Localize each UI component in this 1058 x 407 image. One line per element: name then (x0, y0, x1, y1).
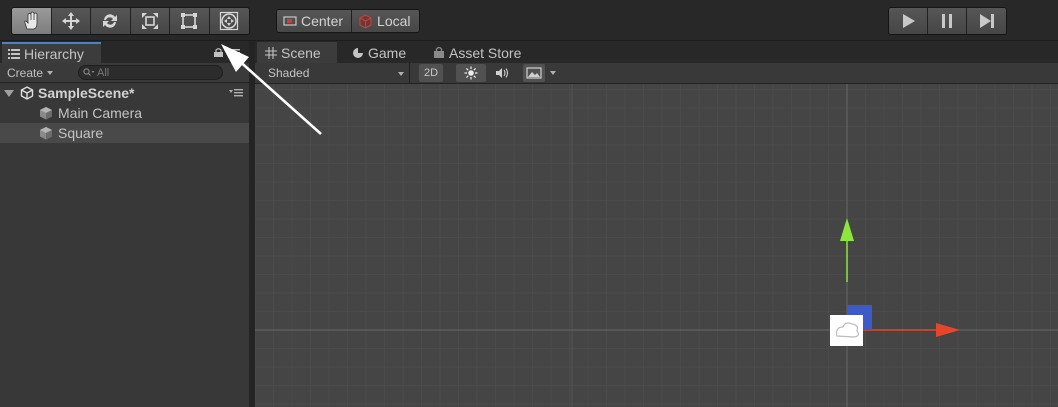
pause-button[interactable] (928, 8, 967, 34)
scene-name: SampleScene* (38, 85, 135, 101)
game-icon (353, 47, 363, 58)
rotate-icon (103, 14, 118, 28)
scene-toolbar: Shaded 2D (255, 63, 1058, 84)
mode-2d-toggle[interactable]: 2D (419, 64, 443, 82)
scene-options-icon[interactable] (229, 89, 243, 97)
rotate-tool-button[interactable] (91, 8, 131, 34)
grid-icon (265, 46, 277, 59)
hierarchy-search (78, 65, 223, 80)
pivot-local-label: Local (377, 13, 411, 29)
shading-mode-label: Shaded (268, 66, 310, 80)
gameobject-cube-icon (40, 127, 52, 140)
transform-gizmo (830, 218, 960, 346)
list-item[interactable]: Main Camera (0, 103, 249, 123)
search-icon[interactable] (83, 68, 95, 77)
tab-asset-store-label: Asset Store (449, 44, 522, 61)
chevron-down-icon (398, 72, 404, 76)
transform-tool-button[interactable] (209, 8, 249, 34)
tab-scene-label: Scene (281, 44, 321, 61)
main-toolbar: Center Local (0, 0, 1058, 41)
hand-tool-button[interactable] (12, 8, 52, 34)
gameobject-cube-icon (40, 107, 52, 120)
move-icon (61, 12, 80, 30)
create-dropdown[interactable]: Create (7, 66, 54, 80)
audio-toggle[interactable] (490, 64, 516, 82)
list-item-label: Main Camera (58, 105, 143, 121)
rect-transform-icon (181, 13, 198, 29)
pivot-local-button[interactable]: Local (352, 10, 419, 32)
play-controls (888, 7, 1007, 35)
lighting-toggle[interactable] (456, 64, 486, 82)
hierarchy-toolbar: Create (0, 63, 249, 83)
gizmo-x-arrowhead[interactable] (936, 323, 960, 337)
create-label: Create (7, 66, 44, 80)
transform-icon (220, 11, 239, 31)
hierarchy-search-input[interactable] (97, 66, 207, 79)
hierarchy-tabbar: Hierarchy (0, 41, 249, 63)
hierarchy-tree: SampleScene* Main Camera Square (0, 83, 249, 143)
hierarchy-panel: Hierarchy Create SampleScene* Main Camer… (0, 41, 249, 407)
list-item[interactable]: Square (0, 123, 249, 143)
play-button[interactable] (889, 8, 928, 34)
step-icon (979, 14, 994, 28)
shading-mode-dropdown[interactable]: Shaded (255, 63, 410, 83)
pause-icon (942, 14, 952, 28)
chevron-down-icon (550, 71, 556, 75)
sun-icon (464, 66, 478, 80)
hand-icon (24, 11, 38, 30)
chevron-down-icon (47, 71, 54, 75)
tab-scene[interactable]: Scene (257, 42, 337, 63)
tab-game-label: Game (368, 44, 407, 61)
gizmo-y-arrowhead[interactable] (840, 218, 854, 241)
unity-scene-icon (20, 86, 34, 100)
pivot-center-button[interactable]: Center (277, 10, 353, 32)
square-sprite[interactable] (830, 315, 863, 346)
effects-dropdown[interactable] (547, 64, 559, 82)
scale-icon (141, 13, 158, 29)
scale-tool-button[interactable] (130, 8, 170, 34)
fold-arrow-icon[interactable] (4, 88, 14, 98)
list-icon (8, 48, 20, 59)
move-tool-button[interactable] (51, 8, 91, 34)
step-button[interactable] (967, 8, 1006, 34)
rect-tool-button[interactable] (170, 8, 210, 34)
play-icon (903, 14, 915, 28)
pivot-icon (283, 16, 297, 26)
mode-2d-label: 2D (423, 67, 439, 79)
speaker-icon (496, 68, 509, 78)
local-space-icon (359, 13, 372, 29)
transform-tools (11, 7, 250, 35)
list-item-label: Square (58, 125, 104, 141)
pivot-center-label: Center (301, 13, 344, 29)
scene-viewport[interactable] (255, 84, 1058, 407)
scene-panel: Scene Game Asset Store Shaded 2D (255, 41, 1058, 407)
effects-toggle[interactable] (523, 64, 545, 82)
hierarchy-tab-label: Hierarchy (24, 45, 84, 62)
pivot-controls: Center Local (276, 9, 420, 33)
image-icon (526, 67, 542, 79)
store-bag-icon (434, 46, 444, 58)
scene-row[interactable]: SampleScene* (0, 83, 249, 103)
tab-hierarchy[interactable]: Hierarchy (2, 42, 101, 63)
tab-asset-store[interactable]: Asset Store (425, 42, 529, 63)
tab-game[interactable]: Game (344, 42, 414, 63)
lock-icon[interactable] (214, 48, 223, 57)
panel-menu-icon[interactable] (230, 49, 240, 57)
scene-tabbar: Scene Game Asset Store (255, 41, 1058, 63)
